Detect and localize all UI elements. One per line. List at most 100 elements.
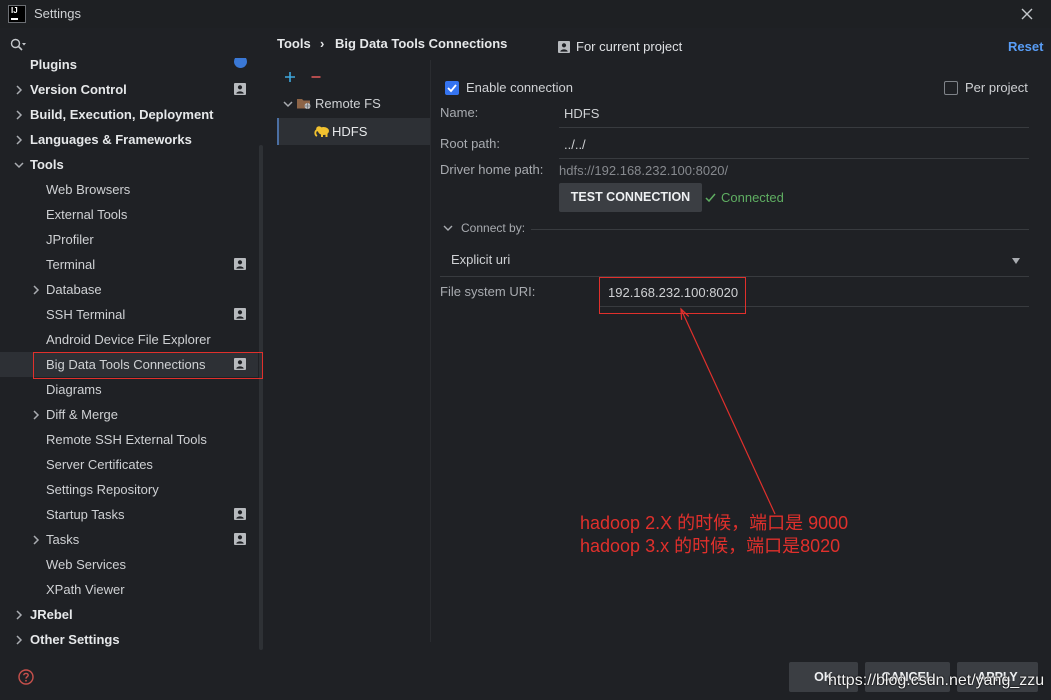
sidebar-item-label: Diagrams [46,382,102,397]
sidebar-item-label: Server Certificates [46,457,153,472]
sidebar-item-jprofiler[interactable]: JProfiler [0,227,258,252]
connection-item-label: HDFS [332,124,368,139]
sidebar-item-jrebel[interactable]: JRebel [0,602,258,627]
chevron-right-icon[interactable] [31,534,41,546]
sidebar-item-diff-merge[interactable]: Diff & Merge [0,402,258,427]
per-project-checkbox[interactable] [944,81,958,95]
sidebar-item-label: SSH Terminal [46,307,126,322]
sidebar-item-label: Diff & Merge [46,407,119,422]
page-title: Big Data Tools Connections [335,36,508,51]
sidebar-item-label: Startup Tasks [46,507,125,522]
root-path-field[interactable] [559,135,1029,159]
update-badge-icon [234,58,247,68]
chevron-right-icon[interactable] [14,609,24,621]
scope-label: For current project [576,39,683,54]
sidebar-item-label: JProfiler [46,232,94,247]
driver-home-path-field[interactable] [554,161,1029,185]
sidebar-item-tasks[interactable]: Tasks [0,527,258,552]
search-icon[interactable] [10,38,27,52]
help-icon[interactable] [18,669,34,685]
chevron-down-icon[interactable] [283,98,293,110]
sidebar-item-ssh-terminal[interactable]: SSH Terminal [0,302,258,327]
sidebar-scrollbar[interactable] [259,145,263,650]
annotation-highlight-box [33,352,263,379]
sidebar-item-android-device-file-explorer[interactable]: Android Device File Explorer [0,327,258,352]
sidebar-item-plugins[interactable]: Plugins [0,58,258,77]
chevron-right-icon[interactable] [14,134,24,146]
sidebar-item-languages-frameworks[interactable]: Languages & Frameworks [0,127,258,152]
sidebar-item-label: Build, Execution, Deployment [30,107,214,122]
chevron-right-icon[interactable] [14,84,24,96]
per-project-label[interactable]: Per project [965,79,1028,97]
sidebar-item-web-browsers[interactable]: Web Browsers [0,177,258,202]
sidebar-item-web-services[interactable]: Web Services [0,552,258,577]
breadcrumb-separator: › [320,36,325,51]
connect-by-selected: Explicit uri [451,252,511,267]
dropdown-arrow-icon [1012,258,1020,264]
breadcrumb-parent[interactable]: Tools [277,35,311,53]
sidebar-item-build-execution-deployment[interactable]: Build, Execution, Deployment [0,102,258,127]
sidebar-item-label: Other Settings [30,632,120,647]
sidebar-item-label: XPath Viewer [46,582,125,597]
logo-text: IJ [11,6,18,15]
remote-fs-icon [297,99,311,109]
sidebar-item-server-certificates[interactable]: Server Certificates [0,452,258,477]
sidebar-item-version-control[interactable]: Version Control [0,77,258,102]
project-icon [234,83,246,95]
plus-icon[interactable] [284,71,296,83]
connections-group-remote-fs[interactable]: Remote FS [278,91,430,116]
sidebar-item-diagrams[interactable]: Diagrams [0,377,258,402]
project-icon [234,533,246,545]
pane-divider[interactable] [430,60,431,642]
name-label: Name: [440,105,479,120]
check-icon [705,193,716,203]
sidebar-item-xpath-viewer[interactable]: XPath Viewer [0,577,258,602]
sidebar-item-label: Remote SSH External Tools [46,432,207,447]
sidebar-item-label: Tools [30,157,64,172]
intellij-logo: IJ [8,5,26,23]
sidebar-item-label: Settings Repository [46,482,159,497]
window-title: Settings [34,6,81,21]
chevron-right-icon[interactable] [14,634,24,646]
minus-icon[interactable] [310,71,322,83]
sidebar-item-label: Languages & Frameworks [30,132,192,147]
connections-group-label: Remote FS [315,96,381,111]
sidebar-item-external-tools[interactable]: External Tools [0,202,258,227]
sidebar-item-label: Database [46,282,102,297]
driver-home-path-label: Driver home path: [440,162,544,177]
chevron-down-icon[interactable] [443,222,453,234]
logo-bar [11,18,18,20]
annotation-highlight-box [599,277,746,314]
connect-by-separator [531,229,1029,230]
close-icon[interactable] [1020,7,1034,21]
connection-status: Connected [721,190,784,205]
settings-search-input[interactable] [30,35,255,55]
sidebar-item-tools[interactable]: Tools [0,152,258,177]
project-icon [234,258,246,270]
sidebar-item-settings-repository[interactable]: Settings Repository [0,477,258,502]
name-field[interactable] [559,104,1029,128]
enable-connection-label[interactable]: Enable connection [466,79,573,97]
connection-item-hdfs[interactable]: HDFS [277,118,430,145]
project-icon [234,508,246,520]
hadoop-elephant-icon [314,126,329,137]
sidebar-item-label: Android Device File Explorer [46,332,211,347]
sidebar-item-database[interactable]: Database [0,277,258,302]
sidebar-item-other-settings[interactable]: Other Settings [0,627,258,652]
sidebar-item-terminal[interactable]: Terminal [0,252,258,277]
chevron-right-icon[interactable] [31,409,41,421]
chevron-down-icon[interactable] [14,159,24,171]
connect-by-label[interactable]: Connect by: [461,219,525,237]
connect-by-dropdown[interactable]: Explicit uri [440,247,1029,277]
enable-connection-checkbox[interactable] [445,81,459,95]
reset-link[interactable]: Reset [1008,38,1043,56]
test-connection-button[interactable]: TEST CONNECTION [559,183,702,212]
sidebar-item-label: Tasks [46,532,80,547]
chevron-right-icon[interactable] [31,284,41,296]
sidebar-item-remote-ssh-external-tools[interactable]: Remote SSH External Tools [0,427,258,452]
sidebar-item-label: JRebel [30,607,73,622]
sidebar-item-label: Web Browsers [46,182,131,197]
sidebar-item-startup-tasks[interactable]: Startup Tasks [0,502,258,527]
chevron-right-icon[interactable] [14,109,24,121]
sidebar-item-label: Web Services [46,557,126,572]
